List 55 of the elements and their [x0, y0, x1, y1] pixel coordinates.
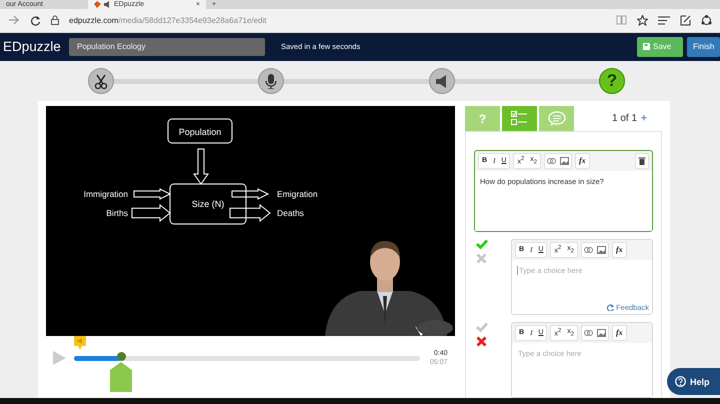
formula-button[interactable]: fx	[576, 154, 589, 168]
lines-icon[interactable]	[658, 16, 670, 25]
step-button[interactable]: ?	[598, 68, 625, 94]
diagram-arrow	[193, 148, 209, 185]
diagram-arrow	[230, 204, 271, 222]
diagram-label: Deaths	[277, 208, 304, 218]
check-icon[interactable]	[476, 322, 488, 332]
speaker-marker-icon[interactable]	[74, 336, 86, 350]
step-button[interactable]	[258, 68, 284, 94]
image-icon[interactable]	[560, 157, 569, 166]
logo-text: EDpuzzle	[3, 39, 62, 54]
link-icon[interactable]	[584, 330, 593, 336]
cross-icon[interactable]	[476, 336, 487, 348]
link-icon[interactable]	[546, 158, 556, 164]
speaker-icon	[434, 74, 449, 89]
title-field[interactable]: Population Ecology	[69, 38, 265, 56]
diagram-arrow	[232, 188, 270, 200]
speech-bubble-icon	[548, 110, 566, 127]
refresh-icon[interactable]	[30, 14, 41, 26]
diagram-arrow	[134, 188, 172, 200]
lock-icon	[51, 15, 59, 26]
share-icon[interactable]	[701, 14, 712, 26]
pen-icon[interactable]	[680, 14, 691, 26]
diagram-label: Emigration	[277, 189, 318, 200]
diagram-label: Size (N)	[192, 199, 224, 210]
image-icon[interactable]	[596, 246, 606, 254]
slider-handle[interactable]	[117, 352, 126, 361]
formula-button[interactable]: fx	[612, 326, 626, 340]
question-counter: 1 of 1	[612, 113, 638, 124]
refresh-icon	[607, 304, 614, 312]
diagram-box	[168, 118, 232, 144]
scissors-icon	[94, 74, 108, 89]
video-player[interactable]: Population Size (N) Immigration Births Emigration Deaths	[46, 106, 455, 336]
link-icon[interactable]	[584, 247, 593, 254]
diagram-label: Immigration	[84, 189, 128, 200]
star-icon[interactable]	[637, 14, 648, 26]
checklist-icon	[510, 110, 528, 127]
diagram-label: Population	[178, 127, 222, 138]
help-button[interactable]: Help	[667, 368, 720, 395]
finish-button[interactable]: Finish	[687, 36, 720, 57]
step-button[interactable]	[88, 68, 114, 94]
formula-button[interactable]: fx	[612, 243, 626, 258]
microphone-icon	[264, 74, 278, 89]
image-icon[interactable]	[596, 329, 606, 338]
address-field[interactable]: edpuzzle.com/media/58dd127e3354e93e28a6a71e/edit	[69, 16, 266, 25]
step-button[interactable]	[428, 68, 455, 94]
question-type-tab[interactable]	[502, 106, 537, 132]
help-icon	[675, 376, 686, 387]
back-icon[interactable]	[8, 15, 20, 26]
trash-icon[interactable]	[638, 157, 646, 166]
diagram-arrow	[132, 204, 171, 222]
check-icon[interactable]	[476, 239, 488, 250]
question-marker-icon[interactable]	[110, 362, 132, 392]
diagram-label: Births	[106, 208, 128, 218]
floppy-icon	[643, 43, 650, 50]
